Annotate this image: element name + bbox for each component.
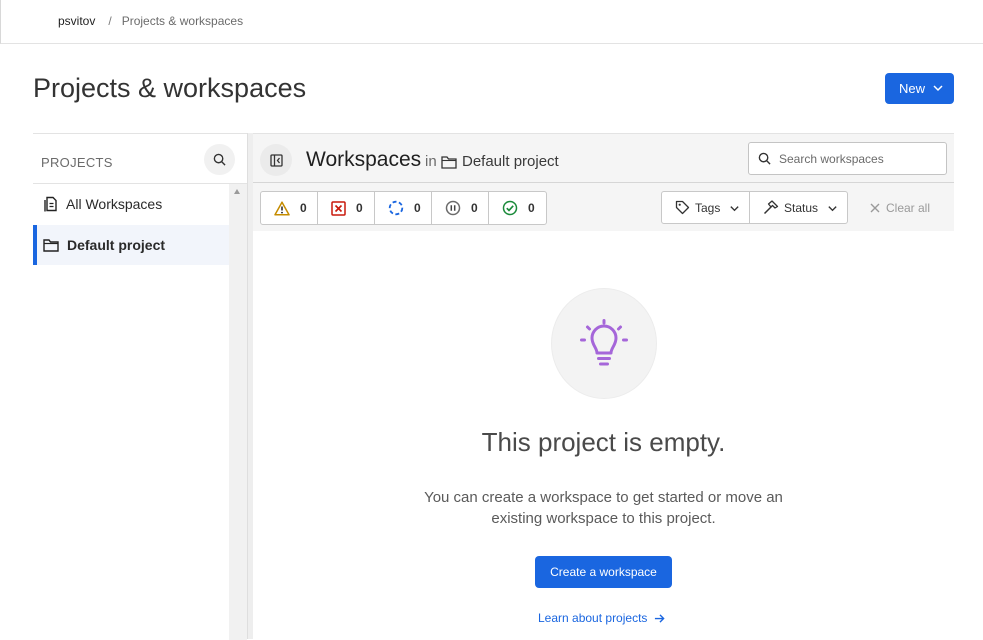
chevron-down-icon bbox=[933, 85, 943, 92]
current-project: Default project bbox=[441, 153, 559, 170]
empty-state-title: This project is empty. bbox=[481, 427, 726, 457]
projects-panel-header: PROJECTS bbox=[33, 134, 247, 184]
collapse-sidebar-icon bbox=[269, 153, 283, 167]
tags-dropdown-label: Tags bbox=[695, 200, 721, 215]
warning-icon bbox=[274, 200, 290, 216]
workspaces-title: Workspaces bbox=[306, 148, 422, 171]
scroll-up-arrow-icon[interactable] bbox=[234, 189, 240, 194]
hammer-icon bbox=[763, 200, 779, 215]
filter-paused-button[interactable]: 0 bbox=[432, 192, 489, 224]
tags-dropdown[interactable]: Tags bbox=[661, 191, 750, 224]
top-bar: psvitov / Projects & workspaces bbox=[0, 0, 983, 44]
chevron-down-icon bbox=[828, 206, 837, 212]
files-icon bbox=[44, 196, 57, 212]
project-item-label: All Workspaces bbox=[66, 196, 163, 212]
close-icon bbox=[870, 203, 880, 213]
filter-running-button[interactable]: 0 bbox=[375, 192, 432, 224]
search-workspaces-input[interactable] bbox=[779, 151, 939, 166]
new-button-label: New bbox=[899, 81, 926, 96]
search-icon bbox=[213, 153, 226, 166]
empty-state-description: You can create a workspace to get starte… bbox=[424, 489, 783, 527]
filter-success-button[interactable]: 0 bbox=[489, 192, 546, 224]
projects-panel-title: PROJECTS bbox=[41, 155, 113, 170]
warning-count: 0 bbox=[300, 201, 307, 215]
status-filter-group: 0 0 0 0 0 bbox=[260, 191, 547, 225]
filter-bar: 0 0 0 0 0 Tags Status Clear all bbox=[253, 183, 954, 231]
learn-about-projects-link[interactable]: Learn about projects bbox=[538, 611, 666, 625]
breadcrumb: psvitov / Projects & workspaces bbox=[58, 14, 243, 28]
status-dropdown[interactable]: Status bbox=[749, 191, 848, 224]
status-dropdown-label: Status bbox=[784, 200, 819, 215]
project-item-label: Default project bbox=[67, 237, 166, 253]
lightbulb-icon bbox=[580, 318, 628, 365]
workspaces-header: Workspaces in Default project bbox=[253, 133, 954, 183]
empty-state-illustration bbox=[551, 288, 657, 399]
page-title: Projects & workspaces bbox=[33, 73, 307, 103]
breadcrumb-org-link[interactable]: psvitov bbox=[58, 14, 95, 28]
search-workspaces-box[interactable] bbox=[748, 142, 947, 175]
paused-count: 0 bbox=[471, 201, 478, 215]
filter-warning-button[interactable]: 0 bbox=[261, 192, 318, 224]
clear-all-button[interactable]: Clear all bbox=[870, 201, 930, 215]
search-projects-button[interactable] bbox=[204, 144, 235, 175]
projects-panel: PROJECTS All Workspaces Default project bbox=[33, 133, 247, 640]
create-workspace-button[interactable]: Create a workspace bbox=[535, 556, 672, 588]
current-project-name: Default project bbox=[462, 153, 559, 170]
tag-icon bbox=[675, 200, 690, 215]
running-icon bbox=[388, 200, 404, 216]
empty-state: This project is empty. You can create a … bbox=[253, 231, 954, 639]
folder-icon bbox=[43, 239, 59, 252]
clear-all-label: Clear all bbox=[886, 201, 931, 215]
workspaces-panel: Workspaces in Default project 0 0 0 bbox=[253, 133, 954, 639]
collapse-panel-button[interactable] bbox=[260, 144, 292, 176]
pause-icon bbox=[445, 200, 461, 216]
errored-count: 0 bbox=[356, 201, 363, 215]
breadcrumb-current-page: Projects & workspaces bbox=[121, 14, 244, 28]
error-icon bbox=[331, 200, 346, 216]
success-count: 0 bbox=[528, 201, 535, 215]
project-item-default-project[interactable]: Default project bbox=[33, 225, 229, 265]
breadcrumb-separator: / bbox=[108, 14, 112, 28]
search-icon bbox=[758, 152, 771, 165]
project-item-all-workspaces[interactable]: All Workspaces bbox=[33, 184, 229, 224]
learn-about-projects-label: Learn about projects bbox=[538, 611, 648, 625]
arrow-right-icon bbox=[655, 613, 666, 623]
chevron-down-icon bbox=[730, 206, 739, 212]
folder-icon bbox=[441, 155, 457, 169]
projects-scrollbar[interactable] bbox=[229, 184, 247, 640]
in-label: in bbox=[425, 153, 437, 170]
filter-errored-button[interactable]: 0 bbox=[318, 192, 375, 224]
check-icon bbox=[502, 200, 518, 216]
projects-list: All Workspaces Default project bbox=[33, 184, 229, 640]
new-button[interactable]: New bbox=[885, 73, 954, 104]
running-count: 0 bbox=[414, 201, 421, 215]
